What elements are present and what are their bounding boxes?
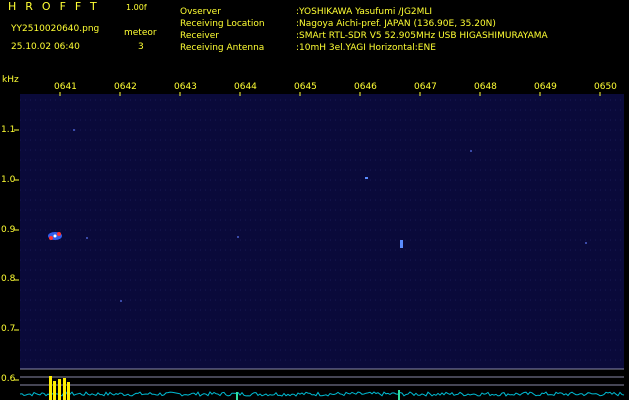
location-label: Receiving Location bbox=[180, 19, 265, 29]
x-tick-0647: 0647 bbox=[414, 82, 437, 92]
y-tick-0-7: 0.7 bbox=[1, 324, 16, 334]
meteor-count-label: meteor bbox=[124, 28, 157, 38]
receiver-label: Receiver bbox=[180, 31, 219, 41]
y-tick-1-0: 1.0 bbox=[1, 175, 16, 185]
y-tick-0-9: 0.9 bbox=[1, 225, 16, 235]
x-tick-0648: 0648 bbox=[474, 82, 497, 92]
y-tick-0-8: 0.8 bbox=[1, 274, 16, 284]
x-tick-0642: 0642 bbox=[114, 82, 137, 92]
x-tick-0645: 0645 bbox=[294, 82, 317, 92]
app-version: 1.00f bbox=[126, 3, 147, 12]
receiver-value: :SMArt RTL-SDR V5 52.905MHz USB HIGASHIM… bbox=[296, 31, 548, 41]
x-tick-0646: 0646 bbox=[354, 82, 377, 92]
image-filename: YY2510020640.png bbox=[11, 24, 100, 34]
x-tick-0643: 0643 bbox=[174, 82, 197, 92]
antenna-label: Receiving Antenna bbox=[180, 43, 265, 53]
app-brand: HROFFT bbox=[8, 0, 106, 13]
meteor-count-value: 3 bbox=[138, 42, 144, 52]
location-value: :Nagoya Aichi-pref. JAPAN (136.90E, 35.2… bbox=[296, 19, 496, 29]
antenna-value: :10mH 3el.YAGI Horizontal:ENE bbox=[296, 43, 436, 53]
y-tick-0-6: 0.6 bbox=[1, 374, 16, 384]
y-tick-1-1: 1.1 bbox=[1, 125, 16, 135]
signal-baseline-panel bbox=[20, 369, 624, 400]
observer-label: Ovserver bbox=[180, 7, 221, 17]
x-tick-0650: 0650 bbox=[594, 82, 617, 92]
capture-timestamp: 25.10.02 06:40 bbox=[11, 42, 80, 52]
hrofft-display: HROFFT 1.00f YY2510020640.png 25.10.02 0… bbox=[0, 0, 629, 400]
observer-value: :YOSHIKAWA Yasufumi /JG2MLI bbox=[296, 7, 433, 17]
x-tick-0641: 0641 bbox=[54, 82, 77, 92]
x-tick-0649: 0649 bbox=[534, 82, 557, 92]
y-axis-unit: kHz bbox=[2, 75, 19, 85]
spectrogram-area bbox=[20, 94, 624, 369]
x-tick-0644: 0644 bbox=[234, 82, 257, 92]
